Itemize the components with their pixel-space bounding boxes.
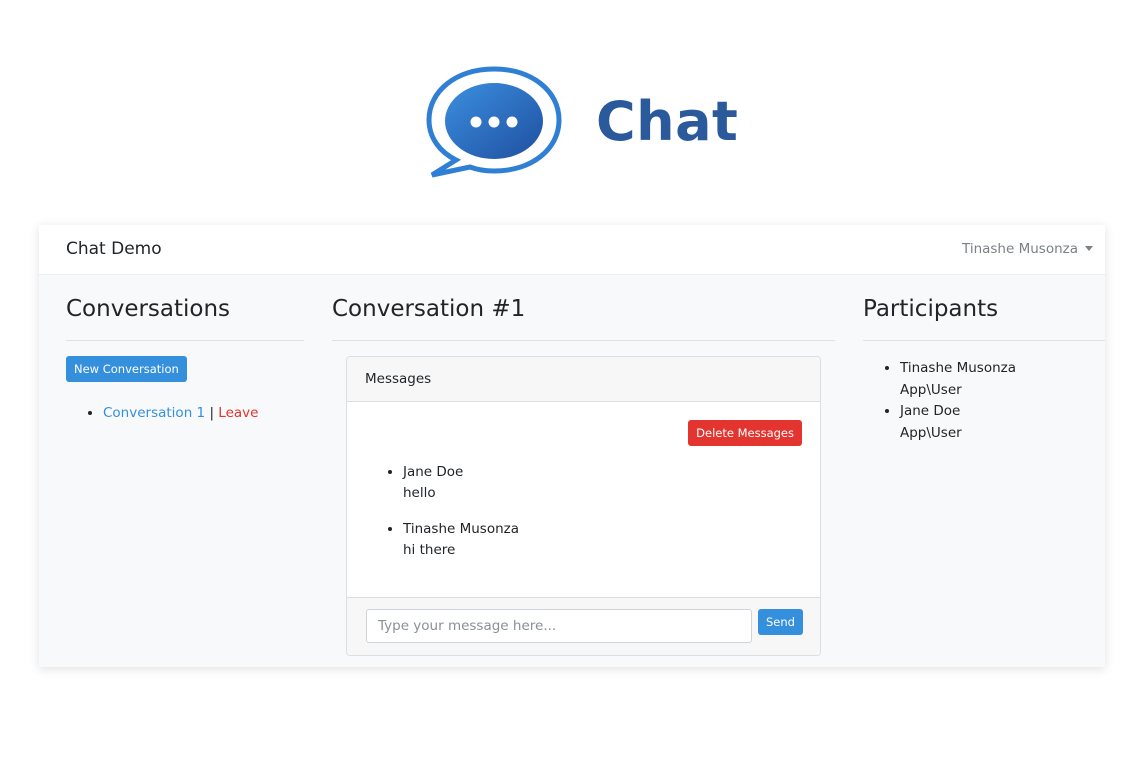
conversations-title: Conversations — [66, 296, 231, 322]
participant-item: Tinashe Musonza App\User — [900, 358, 1016, 401]
messages-card-header: Messages — [347, 357, 820, 402]
conversation-title: Conversation #1 — [332, 296, 526, 322]
message-sender: Tinashe Musonza — [403, 521, 520, 537]
participant-type: App\User — [900, 381, 962, 398]
chat-app: Chat Demo Tinashe Musonza Conversations … — [39, 225, 1105, 667]
new-conversation-button[interactable]: New Conversation — [66, 356, 187, 382]
leave-link[interactable]: Leave — [218, 405, 258, 421]
participant-type: App\User — [900, 424, 962, 441]
conversation-list: Conversation 1 | Leave — [103, 405, 258, 421]
caret-down-icon — [1085, 246, 1093, 251]
user-name: Tinashe Musonza — [961, 241, 1078, 257]
conversations-divider — [66, 340, 304, 341]
logo-wordmark: Chat — [596, 90, 739, 153]
message-text: hello — [403, 485, 436, 501]
user-dropdown[interactable]: Tinashe Musonza — [962, 241, 1093, 257]
participants-title: Participants — [863, 296, 999, 322]
participant-list: Tinashe Musonza App\User Jane Doe App\Us… — [900, 358, 1016, 444]
participant-name: Tinashe Musonza — [900, 360, 1017, 376]
send-button[interactable]: Send — [758, 609, 803, 635]
participant-item: Jane Doe App\User — [900, 401, 1016, 444]
message-text: hi there — [403, 542, 456, 558]
navbar: Chat Demo Tinashe Musonza — [39, 225, 1105, 275]
conversation-divider — [332, 340, 835, 341]
participants-divider — [863, 340, 1105, 341]
messages-card-body: Delete Messages Jane Doe hello Tinashe M… — [347, 402, 820, 598]
conversation-link[interactable]: Conversation 1 — [103, 405, 205, 421]
participant-name: Jane Doe — [900, 403, 961, 419]
chat-logo: Chat — [426, 66, 738, 178]
message-list: Jane Doe hello Tinashe Musonza hi there — [403, 462, 519, 576]
messages-card-footer: Send — [347, 597, 820, 655]
messages-card: Messages Delete Messages Jane Doe hello … — [346, 356, 821, 656]
list-item: Conversation 1 | Leave — [103, 405, 258, 421]
chat-bubble-icon — [426, 66, 562, 178]
message-input[interactable] — [366, 609, 752, 643]
navbar-brand[interactable]: Chat Demo — [66, 239, 162, 259]
delete-messages-button[interactable]: Delete Messages — [688, 420, 802, 446]
message-item: Jane Doe hello — [403, 462, 519, 504]
message-sender: Jane Doe — [403, 464, 464, 480]
separator: | — [209, 405, 214, 421]
message-item: Tinashe Musonza hi there — [403, 519, 519, 561]
